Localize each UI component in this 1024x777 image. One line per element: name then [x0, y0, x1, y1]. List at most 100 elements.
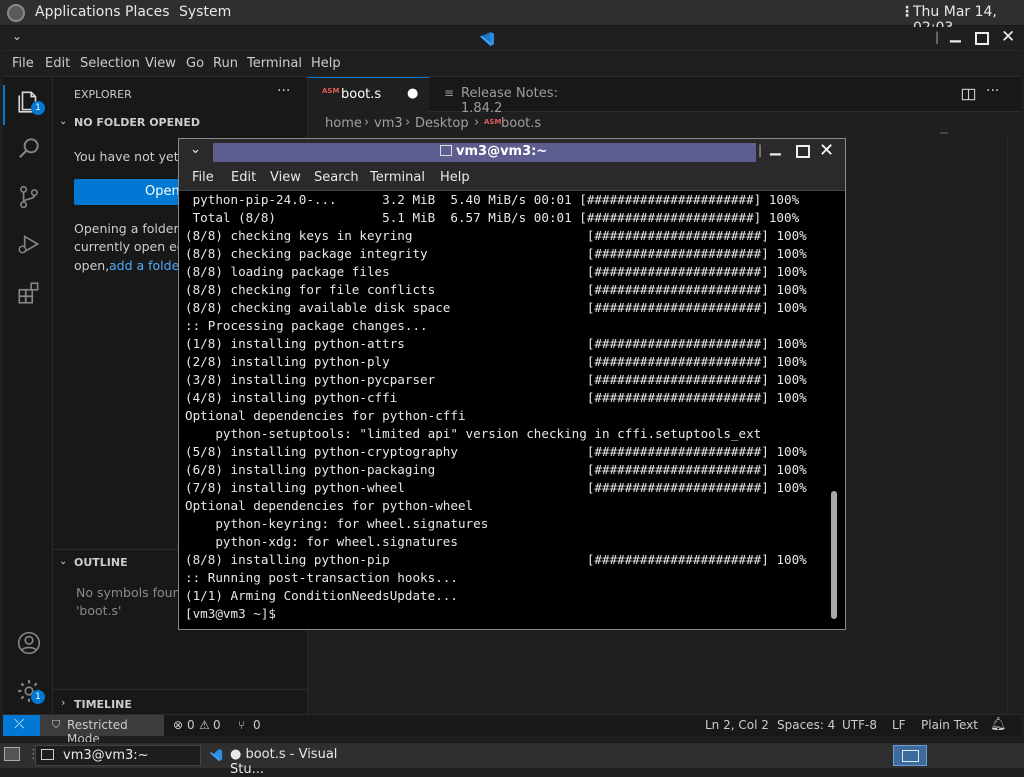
add-folder-link[interactable]: add a folder [109, 258, 184, 273]
workspace-switcher-1[interactable] [893, 745, 927, 766]
terminal-menu-file[interactable]: File [192, 170, 214, 185]
cursor-position[interactable]: Ln 2, Col 2 [705, 718, 769, 732]
breadcrumb-home[interactable]: home [325, 116, 362, 131]
encoding[interactable]: UTF-8 [842, 718, 877, 732]
vscode-titlebar: ⌄ | ▁ ✕ [3, 27, 1021, 51]
timeline-chevron-right-icon[interactable]: › [61, 696, 65, 709]
terminal-line: python-setuptools: "limited api" version… [185, 426, 762, 441]
titlebar-separator: | [935, 30, 940, 44]
active-indicator [3, 85, 5, 125]
vscode-menubar: File Edit Selection View Go Run Terminal… [3, 51, 1021, 77]
menu-view[interactable]: View [145, 56, 176, 71]
search-icon[interactable] [16, 135, 42, 161]
close-button[interactable]: ✕ [1001, 27, 1015, 47]
extensions-icon[interactable] [16, 280, 42, 306]
error-icon[interactable]: ⊗ [173, 718, 183, 732]
section-chevron-down-icon[interactable]: ⌄ [59, 116, 67, 127]
places-menu[interactable]: Places [125, 4, 170, 20]
terminal-window-menu-icon[interactable]: ⌄ [190, 142, 201, 157]
terminal-line: (7/8) installing python-wheel [#########… [185, 480, 807, 495]
unsaved-dot-icon[interactable]: ● [407, 86, 418, 101]
taskbar-vscode-task[interactable]: ● boot.s - Visual Stu... [205, 745, 375, 777]
terminal-menu-view[interactable]: View [270, 170, 301, 185]
run-debug-icon[interactable] [16, 231, 42, 257]
explorer-title: EXPLORER [74, 88, 132, 101]
terminal-minimize-button[interactable]: ▁ [770, 140, 781, 156]
split-editor-icon[interactable] [961, 87, 976, 102]
minimap-slider[interactable] [940, 132, 948, 134]
notifications-bell-icon[interactable]: 🔔︎ [990, 717, 1007, 732]
open-folder-hint-3: open, [74, 258, 110, 273]
top-panel: Applications Places System ⋮ Thu Mar 14,… [0, 0, 1024, 36]
error-count[interactable]: 0 [187, 718, 195, 732]
ports-count[interactable]: 0 [253, 718, 261, 732]
editor-more-icon[interactable]: ··· [986, 83, 999, 99]
terminal-scrollbar-thumb[interactable] [831, 491, 837, 619]
terminal-menu-edit[interactable]: Edit [231, 170, 256, 185]
taskbar-terminal-icon [41, 749, 54, 760]
menu-run[interactable]: Run [213, 56, 238, 71]
menu-file[interactable]: File [12, 56, 34, 71]
terminal-titlebar[interactable]: ⌄ vm3@vm3:~ | ▁ ✕ [179, 139, 845, 166]
end-of-line[interactable]: LF [892, 718, 906, 732]
terminal-maximize-button[interactable] [796, 145, 810, 158]
terminal-title-separator: | [758, 143, 763, 157]
terminal-line: (1/8) installing python-attrs [#########… [185, 336, 807, 351]
timeline-section-title[interactable]: TIMELINE [74, 698, 132, 711]
warning-count[interactable]: 0 [213, 718, 221, 732]
terminal-line: Optional dependencies for python-cffi [185, 408, 466, 423]
tab-release-notes[interactable]: ≡ Release Notes: 1.84.2 [429, 77, 599, 116]
indentation[interactable]: Spaces: 4 [777, 718, 835, 732]
menu-terminal[interactable]: Terminal [247, 56, 302, 71]
editor-scrollbar-track[interactable] [1007, 136, 1008, 714]
breadcrumb-vm3[interactable]: vm3 [374, 116, 403, 131]
open-folder-label: Open [145, 184, 180, 199]
explorer-more-icon[interactable]: ··· [277, 83, 290, 99]
breadcrumb-desktop[interactable]: Desktop [415, 116, 469, 131]
no-folder-message: You have not yet o [74, 149, 191, 164]
terminal-menu-help[interactable]: Help [440, 170, 470, 185]
workspace-window-icon [902, 750, 919, 762]
terminal-output[interactable]: python-pip-24.0-... 3.2 MiB 5.40 MiB/s 0… [185, 191, 830, 623]
remote-indicator-button[interactable]: ⤫ [3, 715, 40, 736]
taskbar-terminal-task[interactable]: vm3@vm3:~ [35, 745, 201, 766]
tab-boot-s-label: boot.s [341, 87, 382, 102]
breadcrumb-asm-icon: ASM [484, 118, 502, 126]
tab-boot-s[interactable]: ASM boot.s ● [308, 77, 429, 112]
breadcrumb-file[interactable]: boot.s [501, 116, 541, 131]
system-menu[interactable]: System [179, 4, 231, 20]
workspace-switcher-2[interactable] [929, 745, 1019, 766]
terminal-close-button[interactable]: ✕ [819, 140, 834, 161]
terminal-scrollbar[interactable] [830, 191, 840, 623]
terminal-menu-search[interactable]: Search [314, 170, 359, 185]
terminal-line: (2/8) installing python-ply [###########… [185, 354, 807, 369]
terminal-line: :: Running post-transaction hooks... [185, 570, 458, 585]
minimize-button[interactable]: ▁ [950, 27, 961, 43]
outline-chevron-down-icon[interactable]: ⌄ [59, 556, 67, 567]
open-folder-hint-2: currently open edi [74, 239, 189, 254]
no-folder-section-title[interactable]: NO FOLDER OPENED [74, 116, 200, 129]
terminal-menu-terminal[interactable]: Terminal [370, 170, 425, 185]
menu-help[interactable]: Help [311, 56, 341, 71]
language-mode[interactable]: Plain Text [921, 718, 978, 732]
activity-bar: 1 1 [3, 77, 53, 714]
outline-section-title[interactable]: OUTLINE [74, 556, 128, 569]
terminal-window[interactable]: ⌄ vm3@vm3:~ | ▁ ✕ File Edit View Search … [178, 138, 846, 630]
applications-menu[interactable]: Applications [35, 4, 121, 20]
window-menu-chevron-icon[interactable]: ⌄ [12, 29, 22, 43]
terminal-title: vm3@vm3:~ [456, 144, 548, 159]
restricted-mode-button[interactable]: ⛉ Restricted Mode [40, 715, 164, 746]
ports-icon[interactable]: ⑂ [238, 718, 245, 732]
menu-selection[interactable]: Selection [80, 56, 140, 71]
show-desktop-icon[interactable] [4, 747, 20, 761]
asm-file-icon: ASM [322, 87, 340, 95]
accounts-icon[interactable] [16, 630, 42, 656]
distro-logo-icon[interactable] [7, 4, 25, 22]
warning-icon[interactable]: ⚠ [199, 718, 210, 732]
menu-go[interactable]: Go [186, 56, 204, 71]
terminal-line: python-pip-24.0-... 3.2 MiB 5.40 MiB/s 0… [185, 192, 800, 207]
maximize-button[interactable] [975, 32, 989, 45]
menu-edit[interactable]: Edit [45, 56, 70, 71]
terminal-line: (8/8) loading package files [###########… [185, 264, 807, 279]
source-control-icon[interactable] [16, 184, 42, 210]
